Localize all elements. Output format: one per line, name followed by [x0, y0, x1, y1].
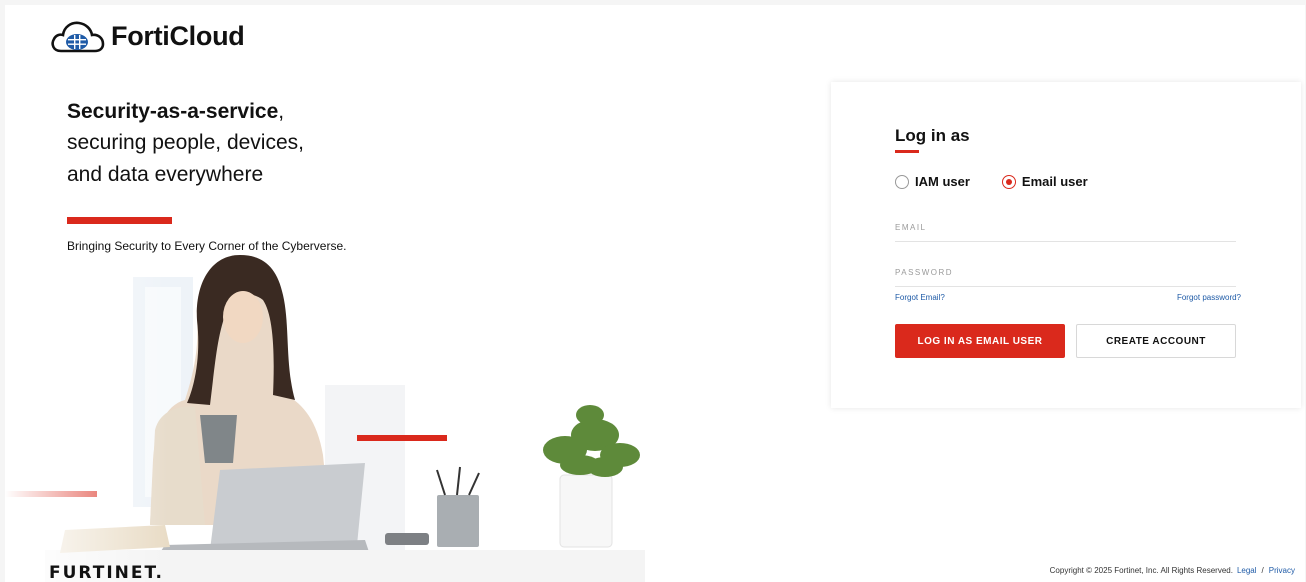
hero-line-3: and data everywhere [67, 163, 264, 186]
logo-text: FortiCloud [111, 20, 245, 51]
create-account-button[interactable]: CREATE ACCOUNT [1076, 324, 1236, 358]
forticloud-logo[interactable]: FortiCloud [49, 17, 245, 55]
hero-line-2: securing people, devices, [67, 131, 304, 154]
email-field-wrapper [895, 214, 1236, 242]
hero-illustration [5, 255, 655, 582]
legal-link[interactable]: Legal [1237, 566, 1257, 575]
radio-label-email: Email user [1021, 174, 1088, 189]
radio-label-iam: IAM user [915, 174, 970, 189]
fortinet-logo[interactable]: FURTINET. [49, 563, 164, 582]
login-card: Log in as IAM user Email user Forgot Ema… [831, 82, 1301, 408]
login-page: FortiCloud Security-as-a-service, securi… [5, 5, 1305, 582]
login-title: Log in as [895, 126, 970, 145]
radio-checked-icon[interactable] [1001, 174, 1016, 189]
hero-bold-text: Security-as-a-service [67, 100, 279, 123]
email-input[interactable] [895, 214, 1236, 241]
cloud-logo-icon [51, 21, 105, 53]
hero-tagline: Bringing Security to Every Corner of the… [67, 239, 347, 253]
hero-headline: Security-as-a-service, [67, 97, 447, 127]
password-input[interactable] [895, 259, 1236, 286]
copyright-text: Copyright © 2025 Fortinet, Inc. All Righ… [1049, 566, 1233, 575]
radio-unchecked-icon[interactable] [895, 174, 909, 189]
title-underline [895, 150, 919, 153]
radio-iam-user[interactable]: IAM user [895, 174, 970, 189]
login-email-user-button[interactable]: LOG IN AS EMAIL USER [895, 324, 1065, 358]
footer: Copyright © 2025 Fortinet, Inc. All Righ… [1050, 566, 1295, 575]
hero-section: Security-as-a-service, securing people, … [67, 97, 447, 224]
hero-accent-bar [67, 217, 172, 224]
privacy-link[interactable]: Privacy [1269, 566, 1295, 575]
password-field-wrapper [895, 259, 1236, 287]
forgot-email-link[interactable]: Forgot Email? [895, 293, 945, 302]
footer-separator: / [1261, 566, 1264, 575]
forgot-password-link[interactable]: Forgot password? [1177, 293, 1241, 302]
radio-email-user[interactable]: Email user [1001, 174, 1088, 189]
hero-comma: , [278, 100, 285, 123]
login-type-selector: IAM user Email user [895, 174, 1120, 189]
